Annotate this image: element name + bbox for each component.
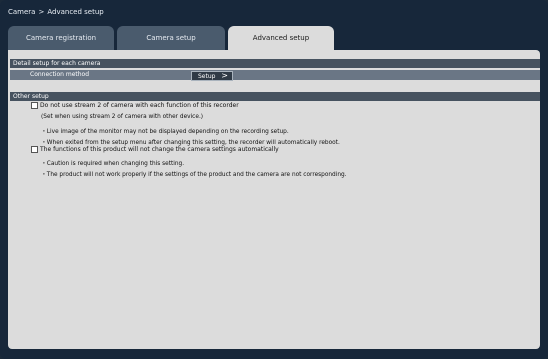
- option2-label: The functions of this product will not c…: [40, 146, 279, 153]
- window-frame: Camera > Advanced setup Camera registratio…: [0, 0, 548, 359]
- section-header-other: Other setup: [10, 92, 540, 101]
- tab-camera-registration[interactable]: Camera registration: [8, 26, 114, 50]
- option2-note: ・Caution is required when changing this …: [41, 161, 185, 167]
- setup-button-label: Setup: [198, 72, 216, 80]
- section-header-detail: Detail setup for each camera: [10, 59, 540, 68]
- tab-advanced-setup[interactable]: Advanced setup: [228, 26, 334, 50]
- option1-note: (Set when using stream 2 of camera with …: [41, 114, 204, 120]
- option2-note: ・The product will not work properly if t…: [41, 172, 347, 178]
- breadcrumb-page: Advanced setup: [47, 8, 104, 16]
- breadcrumb: Camera > Advanced setup: [8, 8, 104, 16]
- tab-camera-setup[interactable]: Camera setup: [117, 26, 225, 50]
- option1-checkbox[interactable]: [31, 102, 38, 109]
- chevron-right-icon: >: [221, 71, 228, 80]
- setup-button[interactable]: Setup >: [191, 71, 233, 81]
- connection-method-row: Connection method: [10, 70, 540, 80]
- tab-bar: Camera registration Camera setup Advance…: [0, 26, 548, 50]
- option1-note: ・Live image of the monitor may not be di…: [41, 129, 289, 135]
- option1-label: Do not use stream 2 of camera with each …: [40, 102, 239, 109]
- option2-checkbox[interactable]: [31, 146, 38, 153]
- option1-note: ・When exited from the setup menu after c…: [41, 140, 340, 146]
- breadcrumb-separator: >: [38, 8, 45, 16]
- connection-method-label: Connection method: [30, 71, 90, 78]
- breadcrumb-root: Camera: [8, 8, 36, 16]
